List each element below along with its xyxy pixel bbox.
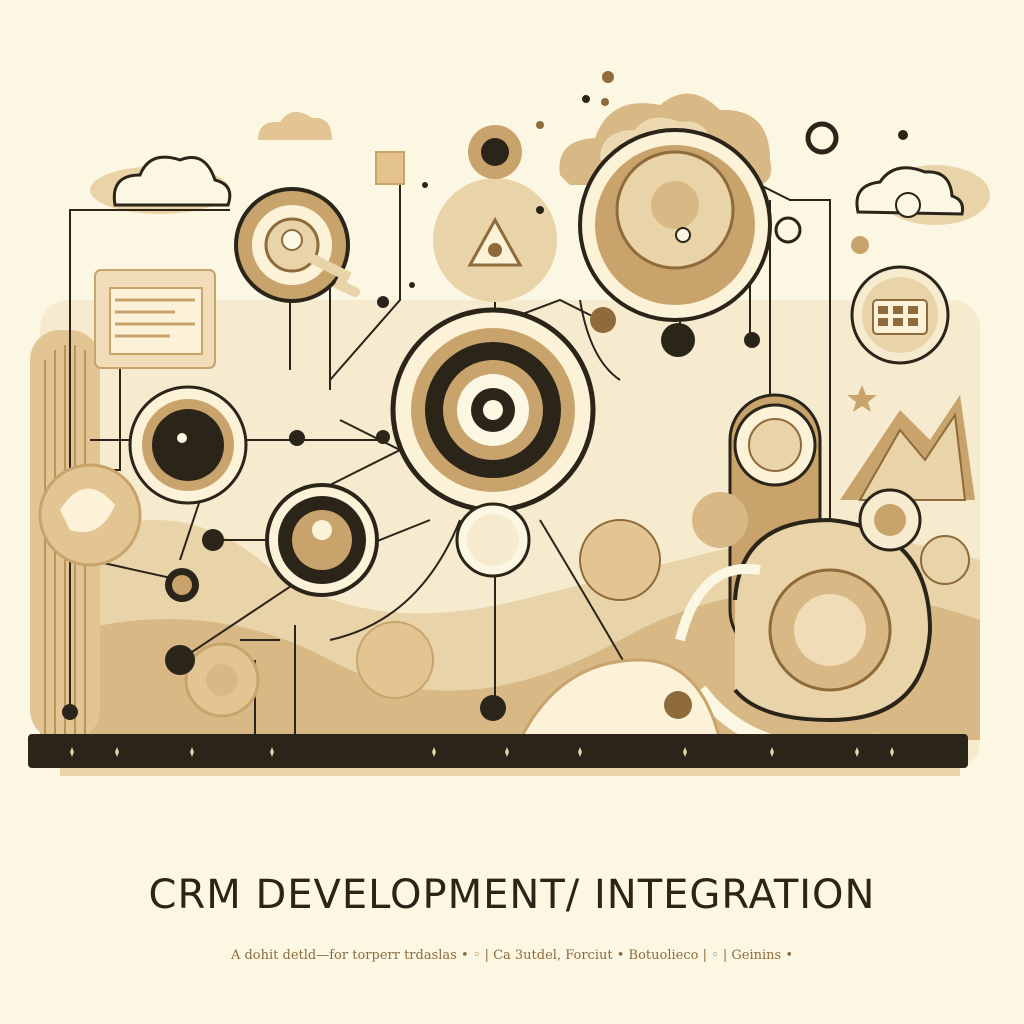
calendar-icon	[850, 265, 950, 365]
target-icon	[390, 307, 596, 513]
poster-subtitle: A dohit detld—for torperr trdaslas • ◦ |…	[230, 948, 794, 963]
cloud-icon	[90, 155, 232, 214]
poster-title: CRM DEVELOPMENT/ INTEGRATION	[148, 872, 876, 918]
cloud-icon	[258, 111, 332, 140]
target-icon	[265, 483, 379, 597]
target-icon	[234, 187, 360, 303]
square-node	[375, 151, 405, 185]
target-icon	[128, 385, 248, 505]
crm-illustration	[28, 71, 990, 776]
document-icon	[94, 269, 216, 369]
target-icon	[578, 128, 772, 322]
alert-icon	[433, 178, 557, 302]
poster: CRM DEVELOPMENT/ INTEGRATION A dohit det…	[0, 0, 1024, 1024]
base-bar	[28, 734, 968, 776]
cloud-icon	[855, 165, 990, 225]
target-icon	[455, 502, 531, 578]
target-icon	[468, 125, 522, 179]
